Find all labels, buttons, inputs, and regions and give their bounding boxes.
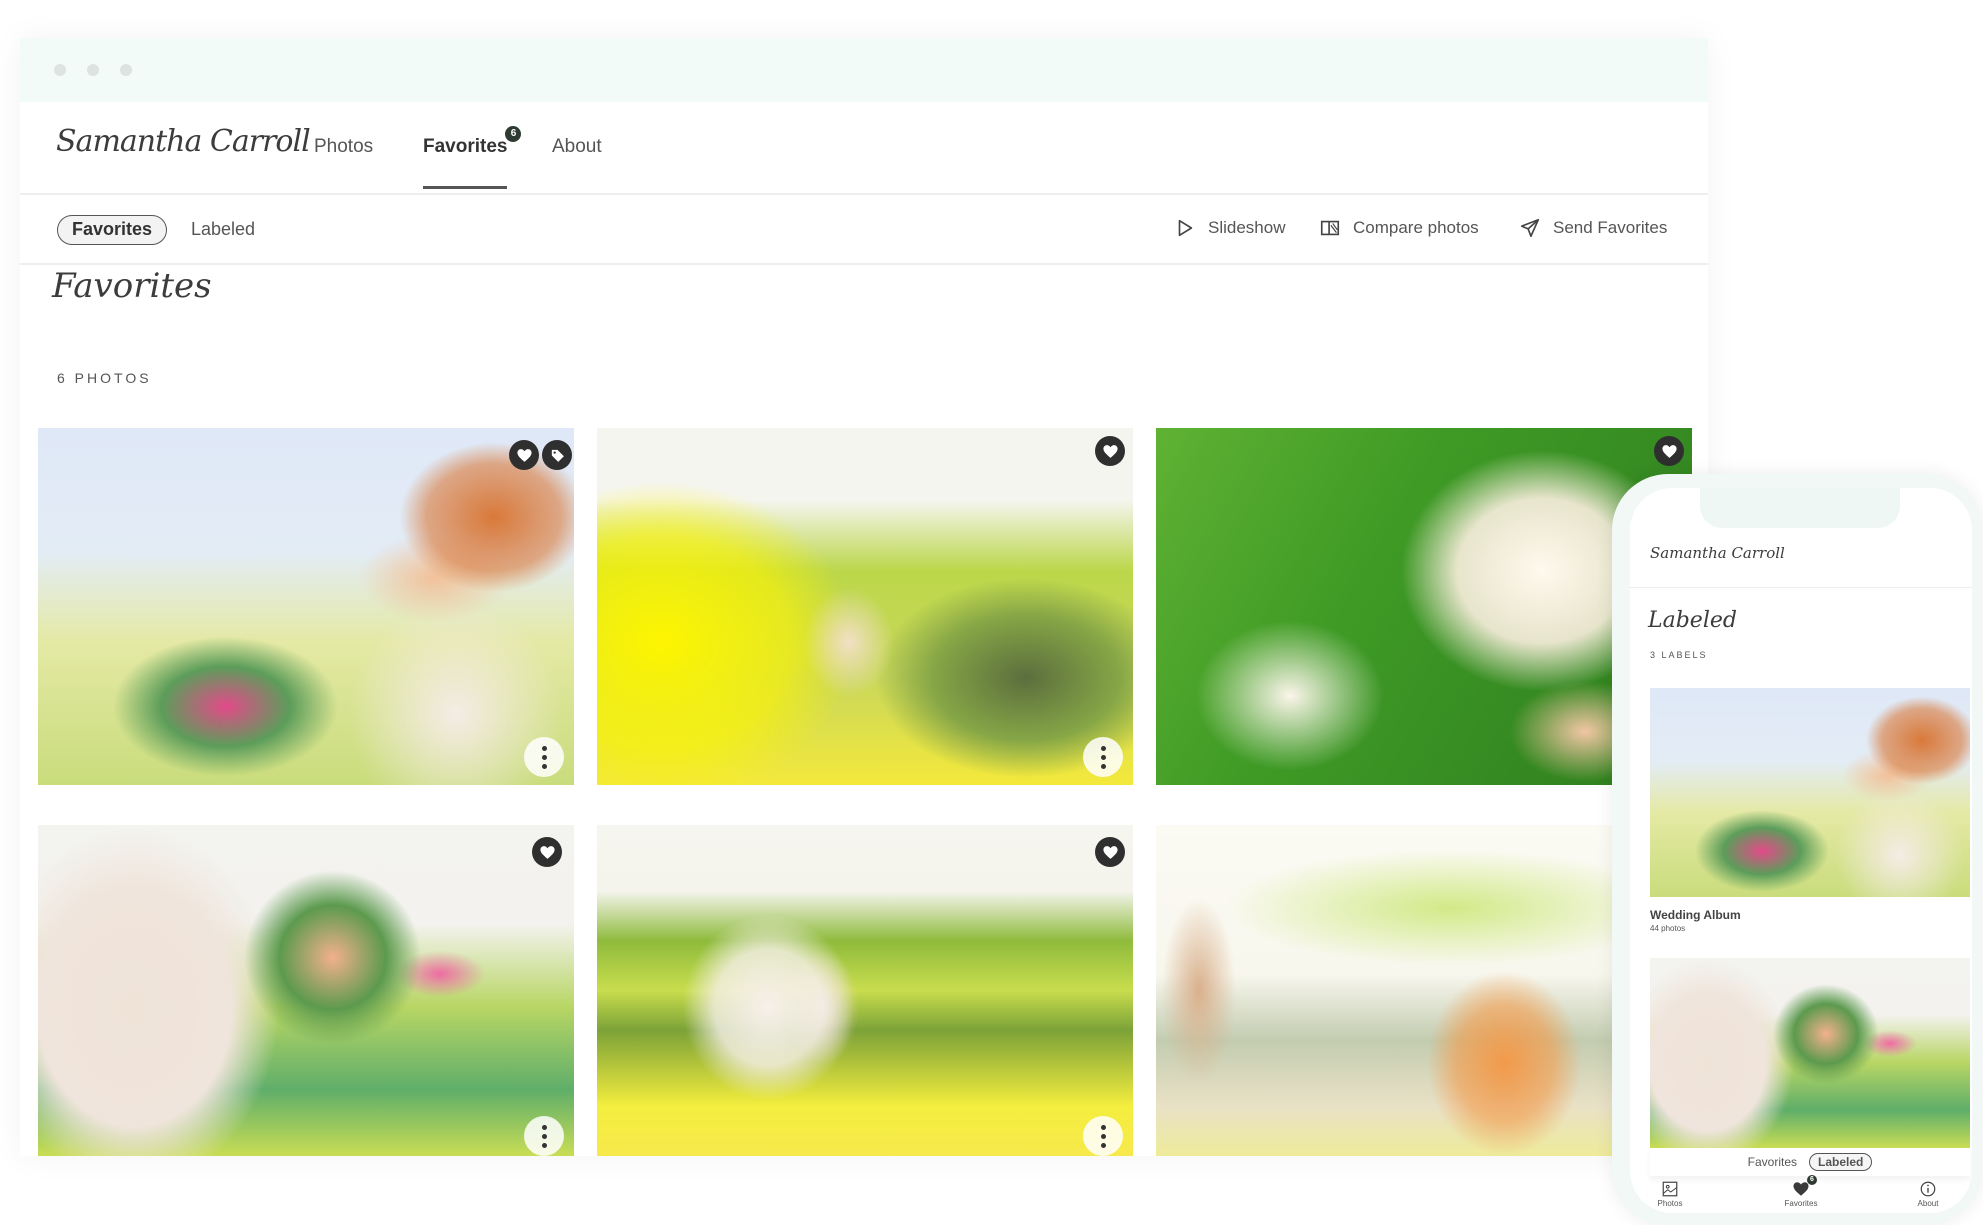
phone-label-count: 3 LABELS [1650, 650, 1708, 660]
phone-tab-favorites-label: Favorites [1784, 1199, 1818, 1208]
favorites-count-badge: 6 [505, 126, 522, 142]
phone-subtabs: Favorites Labeled [1650, 1148, 1970, 1176]
dot [1100, 745, 1106, 751]
photo-image [38, 428, 574, 785]
dot [541, 754, 547, 760]
dot [541, 1133, 547, 1139]
send-favorites-button[interactable]: Send Favorites [1519, 217, 1667, 239]
nav-favorites[interactable]: Favorites 6 [423, 126, 522, 189]
more-options-button[interactable] [524, 1116, 564, 1156]
phone-subtab-labeled[interactable]: Labeled [1809, 1153, 1873, 1171]
play-icon [1178, 219, 1193, 237]
album-title[interactable]: Wedding Album [1650, 908, 1741, 922]
dot [1100, 1124, 1106, 1130]
photo-tile[interactable] [38, 825, 574, 1156]
sub-navigation: Favorites Labeled Slideshow Compare phot… [20, 195, 1708, 303]
top-navigation: Samantha Carroll Photos Favorites 6 Abou… [20, 102, 1708, 195]
window-minimize-dot[interactable] [87, 64, 99, 76]
heart-icon [1102, 444, 1118, 458]
tag-icon [551, 449, 564, 462]
window-maximize-dot[interactable] [120, 64, 132, 76]
compare-photos-button[interactable]: Compare photos [1319, 217, 1479, 239]
heart-icon [1102, 845, 1118, 859]
photo-count: 6 PHOTOS [57, 370, 152, 386]
window-close-dot[interactable] [54, 64, 66, 76]
dot [1100, 1142, 1106, 1148]
heart-icon [539, 845, 555, 859]
dot [1100, 754, 1106, 760]
heart-icon [516, 448, 532, 462]
phone-tab-about[interactable]: About [1898, 1180, 1958, 1208]
phone-tab-photos[interactable]: Photos [1640, 1180, 1700, 1208]
heart-icon [1661, 444, 1677, 458]
send-icon [1520, 218, 1540, 238]
site-logo[interactable]: Samantha Carroll [56, 124, 311, 159]
dot [541, 763, 547, 769]
phone-tab-favorites[interactable]: 6 Favorites [1771, 1175, 1831, 1208]
photo-tile[interactable] [597, 428, 1133, 785]
more-options-button[interactable] [524, 737, 564, 777]
dot [541, 1124, 547, 1130]
more-options-button[interactable] [1083, 1116, 1123, 1156]
album-cover[interactable] [1650, 688, 1970, 897]
phone-tab-bar: Photos 6 Favorites About [1630, 1175, 1972, 1213]
page-title: Favorites [52, 266, 212, 306]
slideshow-button[interactable]: Slideshow [1174, 217, 1286, 239]
favorite-toggle[interactable] [1095, 837, 1125, 867]
dot [1100, 763, 1106, 769]
subtab-favorites[interactable]: Favorites [57, 215, 168, 245]
slideshow-label: Slideshow [1208, 218, 1286, 237]
phone-favorites-badge: 6 [1807, 1175, 1817, 1185]
phone-tab-photos-label: Photos [1657, 1199, 1683, 1208]
image-icon [1662, 1181, 1678, 1197]
more-options-button[interactable] [1083, 737, 1123, 777]
nav-photos[interactable]: Photos [314, 136, 373, 158]
album-photo-count: 44 photos [1650, 924, 1686, 933]
photo-image [597, 825, 1133, 1156]
photo-image [38, 825, 574, 1156]
album-cover[interactable] [1650, 958, 1970, 1148]
dot [541, 745, 547, 751]
album-cover-image [1650, 688, 1970, 897]
nav-about[interactable]: About [552, 136, 602, 158]
phone-mockup: Samantha Carroll Labeled 3 LABELS Weddin… [1612, 474, 1982, 1225]
compare-photos-label: Compare photos [1353, 218, 1479, 237]
label-toggle[interactable] [542, 440, 572, 470]
album-cover-image [1650, 958, 1970, 1148]
dot [1100, 1133, 1106, 1139]
subtab-labeled[interactable]: Labeled [191, 219, 255, 240]
phone-header: Samantha Carroll [1630, 528, 1972, 588]
phone-notch [1700, 488, 1900, 528]
favorite-toggle[interactable] [1654, 436, 1684, 466]
phone-screen: Samantha Carroll Labeled 3 LABELS Weddin… [1630, 488, 1972, 1213]
dot [541, 1142, 547, 1148]
photo-image [597, 428, 1133, 785]
favorite-toggle[interactable] [1095, 436, 1125, 466]
info-icon [1920, 1181, 1936, 1197]
photo-tile[interactable] [38, 428, 574, 785]
photo-tile[interactable] [597, 825, 1133, 1156]
favorite-toggle[interactable] [509, 440, 539, 470]
compare-icon [1320, 220, 1340, 236]
phone-subtab-favorites[interactable]: Favorites [1748, 1155, 1797, 1169]
send-favorites-label: Send Favorites [1553, 218, 1668, 237]
browser-titlebar [20, 38, 1708, 102]
phone-tab-about-label: About [1917, 1199, 1939, 1208]
phone-site-logo[interactable]: Samantha Carroll [1650, 544, 1785, 562]
phone-page-title: Labeled [1648, 608, 1737, 633]
nav-favorites-label: Favorites [423, 136, 508, 157]
favorite-toggle[interactable] [532, 837, 562, 867]
